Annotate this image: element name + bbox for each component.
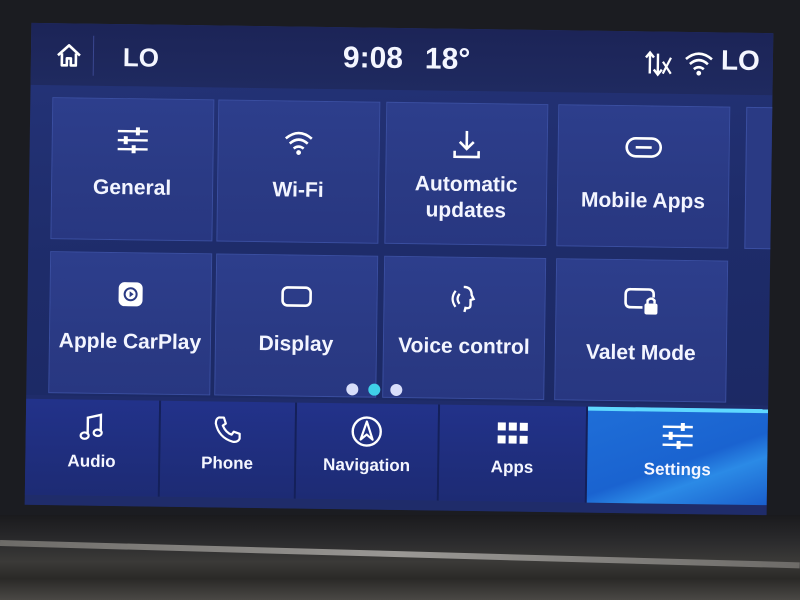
tile-valet-mode[interactable]: Valet Mode <box>554 258 729 403</box>
tile-label: Display <box>258 332 334 357</box>
nav-label: Apps <box>490 457 534 477</box>
sliders-icon <box>662 422 693 449</box>
sliders-icon <box>117 127 148 154</box>
dashboard-trim <box>0 515 800 600</box>
clock: 9:08 <box>342 41 404 76</box>
infotainment-screen: LO 9:08 18° LO General Wi-Fi Automatic u… <box>24 22 774 516</box>
tile-general[interactable]: General <box>50 97 215 242</box>
home-icon <box>57 44 81 67</box>
tile-label: Wi-Fi <box>272 178 324 202</box>
tile-label: General <box>92 175 172 200</box>
display-icon <box>281 286 312 307</box>
valet-lock-icon <box>624 287 658 315</box>
tile-wifi[interactable]: Wi-Fi <box>216 99 381 244</box>
tile-label: Valet Mode <box>585 340 696 366</box>
tile-partial-next[interactable] <box>744 106 774 250</box>
compass-icon <box>351 416 383 447</box>
nav-label: Settings <box>643 459 711 480</box>
carplay-icon <box>118 282 143 307</box>
data-signal-icon <box>645 50 672 77</box>
tile-automatic-updates[interactable]: Automatic updates <box>384 101 549 247</box>
home-button[interactable] <box>44 35 95 76</box>
phone-icon <box>214 416 241 444</box>
page-dot[interactable] <box>346 383 359 396</box>
nav-audio[interactable]: Audio <box>24 398 161 497</box>
nav-phone[interactable]: Phone <box>159 400 298 499</box>
music-note-icon <box>79 413 104 440</box>
tile-label: Mobile Apps <box>580 188 706 214</box>
page-indicator <box>346 383 403 397</box>
status-bar: LO 9:08 18° LO <box>30 22 774 96</box>
outside-temperature: 18° <box>424 42 471 76</box>
bottom-nav-bar: Audio Phone Navigation Apps Settings <box>24 394 769 516</box>
tile-apple-carplay[interactable]: Apple CarPlay <box>48 251 213 396</box>
download-icon <box>453 130 480 159</box>
nav-apps[interactable]: Apps <box>438 404 589 503</box>
nav-label: Phone <box>200 453 254 473</box>
nav-label: Audio <box>67 451 116 472</box>
nav-label: Navigation <box>323 454 411 476</box>
page-dot[interactable] <box>390 383 403 397</box>
tile-label: Apple CarPlay <box>58 329 202 355</box>
tile-label: Automatic updates <box>414 172 518 223</box>
apps-grid-icon <box>497 422 528 444</box>
wifi-icon <box>685 52 713 76</box>
voice-icon <box>451 285 476 313</box>
driver-temp-setting[interactable]: LO <box>123 42 160 74</box>
nav-settings[interactable]: Settings <box>586 406 769 506</box>
tile-voice-control[interactable]: Voice control <box>382 255 547 401</box>
page-dot-active[interactable] <box>368 383 381 396</box>
tile-label: Voice control <box>398 333 530 359</box>
tile-display[interactable]: Display <box>214 253 379 398</box>
link-icon <box>625 136 663 158</box>
nav-navigation[interactable]: Navigation <box>295 402 440 501</box>
wifi-icon <box>284 131 313 155</box>
passenger-temp-setting[interactable]: LO <box>721 44 760 77</box>
tile-mobile-apps[interactable]: Mobile Apps <box>556 104 731 249</box>
